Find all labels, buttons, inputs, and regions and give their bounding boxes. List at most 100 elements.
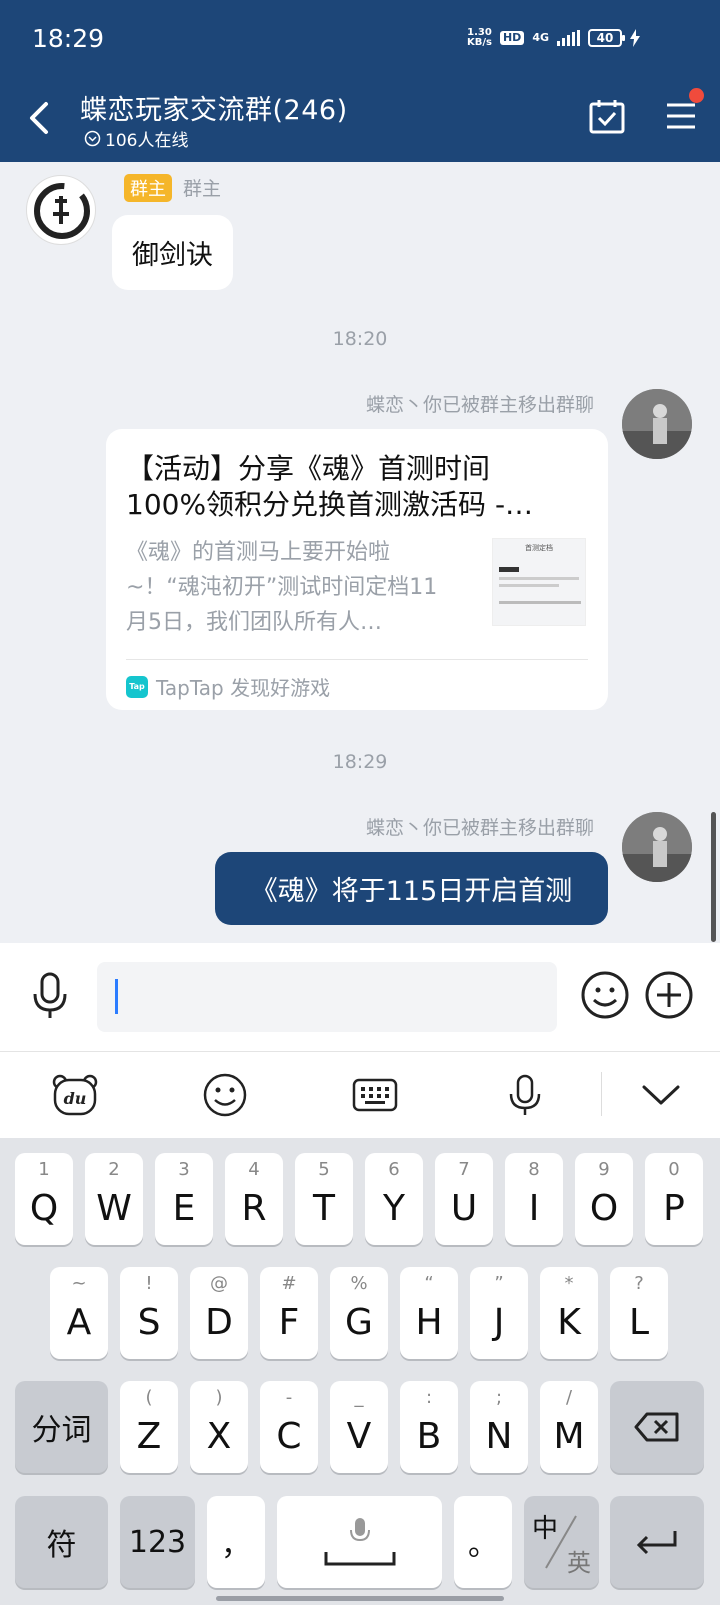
online-count[interactable]: 106人在线 (84, 126, 188, 151)
key-label: X (206, 1416, 232, 1457)
key-a[interactable]: ~ A (50, 1267, 108, 1359)
key-symbols[interactable]: 符 (15, 1496, 108, 1588)
key-label: R (241, 1188, 267, 1229)
key-q[interactable]: 1Q (15, 1153, 73, 1245)
key-enter[interactable] (610, 1496, 704, 1588)
ink-circle-icon (34, 183, 90, 239)
key-o[interactable]: 9O (575, 1153, 633, 1245)
charging-icon (630, 29, 640, 47)
microphone-icon[interactable] (30, 970, 70, 1020)
share-card[interactable]: 【活动】分享《魂》首测时间 100%领积分兑换首测激活码 -… 《魂》的首测马上… (106, 429, 608, 710)
key-u[interactable]: 7U (435, 1153, 493, 1245)
notification-dot (689, 88, 704, 103)
key-label: F (278, 1302, 300, 1343)
photo-avatar-icon (622, 389, 692, 459)
key-label: D (205, 1302, 233, 1343)
owner-badge: 群主 (124, 174, 172, 202)
home-indicator[interactable] (216, 1596, 504, 1601)
key-numbers[interactable]: 123 (120, 1496, 195, 1588)
key-period[interactable]: 。 (454, 1496, 512, 1588)
key-hint: 8 (528, 1159, 540, 1180)
key-hint: : (425, 1387, 433, 1408)
calendar-check-icon[interactable] (588, 98, 626, 136)
owner-avatar[interactable] (26, 175, 96, 245)
key-j[interactable]: ” J (470, 1267, 528, 1359)
group-title[interactable]: 蝶恋玩家交流群(246) (80, 88, 348, 127)
key-comma[interactable]: ， (207, 1496, 265, 1588)
emoji-icon[interactable] (200, 1070, 250, 1120)
toolbar-divider (601, 1072, 602, 1116)
owner-message-bubble[interactable]: 御剑诀 (112, 215, 233, 290)
key-label: C (276, 1416, 302, 1457)
keyboard-icon[interactable] (350, 1070, 400, 1120)
key-k[interactable]: * K (540, 1267, 598, 1359)
key-g[interactable]: % G (330, 1267, 388, 1359)
chevron-circle-icon (84, 130, 101, 147)
key-label: O (589, 1188, 619, 1229)
key-hint: ) (215, 1387, 223, 1408)
key-label: P (663, 1188, 685, 1229)
menu-icon[interactable] (665, 100, 697, 132)
voice-input-icon[interactable] (500, 1070, 550, 1120)
sender-name: 蝶恋丶你已被群主移出群聊 (365, 394, 594, 416)
my-avatar[interactable] (622, 812, 692, 882)
key-b[interactable]: :B (400, 1381, 458, 1473)
message-input[interactable] (97, 962, 557, 1032)
key-i[interactable]: 8I (505, 1153, 563, 1245)
key-m[interactable]: / M (540, 1381, 598, 1473)
enter-icon (636, 1531, 677, 1555)
back-arrow-icon[interactable] (24, 98, 54, 138)
timestamp: 18:29 (332, 751, 388, 773)
key-r[interactable]: 4R (225, 1153, 283, 1245)
card-source: Tap TapTap 发现好游戏 (126, 672, 330, 701)
key-backspace[interactable] (610, 1381, 704, 1473)
key-label: B (416, 1416, 442, 1457)
taptap-icon: Tap (126, 675, 148, 698)
key-hint: @ (210, 1273, 228, 1294)
du-bear-icon[interactable]: du (50, 1070, 100, 1120)
key-lang-switch[interactable]: 中 英 (524, 1496, 599, 1588)
plus-icon[interactable] (644, 970, 694, 1020)
key-e[interactable]: 3E (155, 1153, 213, 1245)
key-n[interactable]: ; N (470, 1381, 528, 1473)
key-label: Q (29, 1188, 59, 1229)
key-t[interactable]: 5T (295, 1153, 353, 1245)
key-hint: # (281, 1273, 297, 1294)
svg-text:du: du (64, 1089, 87, 1108)
my-avatar[interactable] (622, 389, 692, 459)
key-label: T (313, 1188, 335, 1229)
key-v[interactable]: _ V (330, 1381, 388, 1473)
key-hint: ? (634, 1273, 644, 1294)
key-fenci[interactable]: 分词 (15, 1381, 108, 1473)
emoji-icon[interactable] (580, 970, 630, 1020)
key-hint: % (350, 1273, 368, 1294)
chat-scrollbar[interactable] (711, 812, 716, 942)
key-w[interactable]: 2W (85, 1153, 143, 1245)
my-message-bubble[interactable]: 《魂》将于115日开启首测 (215, 852, 608, 925)
key-s[interactable]: ! S (120, 1267, 178, 1359)
key-label: A (66, 1302, 92, 1343)
key-p[interactable]: 0P (645, 1153, 703, 1245)
key-space[interactable] (277, 1496, 442, 1588)
battery-icon: 40 (588, 29, 625, 47)
key-y[interactable]: 6Y (365, 1153, 423, 1245)
key-f[interactable]: # F (260, 1267, 318, 1359)
key-hint: 3 (178, 1159, 190, 1180)
key-h[interactable]: “H (400, 1267, 458, 1359)
key-z[interactable]: (Z (120, 1381, 178, 1473)
slash-divider (545, 1515, 577, 1569)
key-hint: * (564, 1273, 574, 1294)
key-d[interactable]: @ D (190, 1267, 248, 1359)
key-label: V (346, 1416, 372, 1457)
key-hint: 5 (318, 1159, 330, 1180)
key-hint: ~ (71, 1273, 87, 1294)
key-x[interactable]: ) X (190, 1381, 248, 1473)
key-l[interactable]: ? L (610, 1267, 668, 1359)
key-c[interactable]: -C (260, 1381, 318, 1473)
key-hint: _ (354, 1387, 364, 1408)
net-speed: 1.30 KB/s (466, 27, 492, 48)
key-hint: ! (145, 1273, 153, 1294)
key-hint: 0 (668, 1159, 680, 1180)
text-cursor (115, 979, 118, 1014)
chevron-down-icon[interactable] (636, 1070, 686, 1120)
